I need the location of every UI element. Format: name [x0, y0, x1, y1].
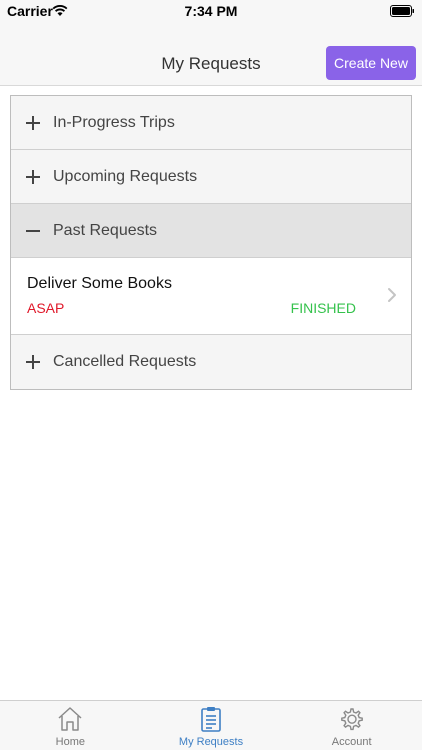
request-row[interactable]: Deliver Some Books ASAP FINISHED — [11, 258, 411, 335]
section-label: Upcoming Requests — [53, 167, 198, 185]
plus-icon — [26, 355, 40, 369]
request-status: FINISHED — [290, 300, 356, 316]
plus-icon — [26, 169, 40, 184]
create-new-button[interactable]: Create New — [326, 46, 416, 80]
tab-bar: Home My Requests Account — [0, 700, 422, 750]
gear-icon — [340, 708, 363, 731]
section-label: In-Progress Trips — [53, 113, 175, 131]
section-label: Cancelled Requests — [53, 353, 197, 370]
plus-icon — [26, 115, 40, 130]
tab-label: My Requests — [178, 736, 244, 748]
home-icon — [58, 707, 82, 731]
navigation-bar: My Requests Create New — [0, 22, 422, 86]
section-cancelled-requests[interactable]: Cancelled Requests — [11, 335, 411, 389]
requests-accordion: In-Progress Trips Upcoming Requests Past… — [10, 95, 412, 390]
tab-my-requests[interactable]: My Requests — [141, 701, 282, 750]
tab-account[interactable]: Account — [281, 701, 422, 750]
tab-label: Home — [55, 736, 85, 748]
clipboard-icon — [201, 707, 221, 732]
section-in-progress-trips[interactable]: In-Progress Trips — [11, 96, 411, 150]
section-past-requests[interactable]: Past Requests — [11, 204, 411, 258]
battery-icon — [390, 5, 414, 17]
status-bar: Carrier 7:34 PM — [0, 0, 422, 22]
chevron-right-icon — [388, 288, 396, 302]
minus-icon — [26, 224, 40, 238]
section-label: Past Requests — [53, 221, 158, 239]
tab-home[interactable]: Home — [0, 701, 141, 750]
tab-label: Account — [331, 736, 372, 748]
section-upcoming-requests[interactable]: Upcoming Requests — [11, 150, 411, 204]
request-timing: ASAP — [27, 300, 65, 316]
status-time: 7:34 PM — [184, 3, 238, 19]
request-title: Deliver Some Books — [27, 275, 172, 292]
